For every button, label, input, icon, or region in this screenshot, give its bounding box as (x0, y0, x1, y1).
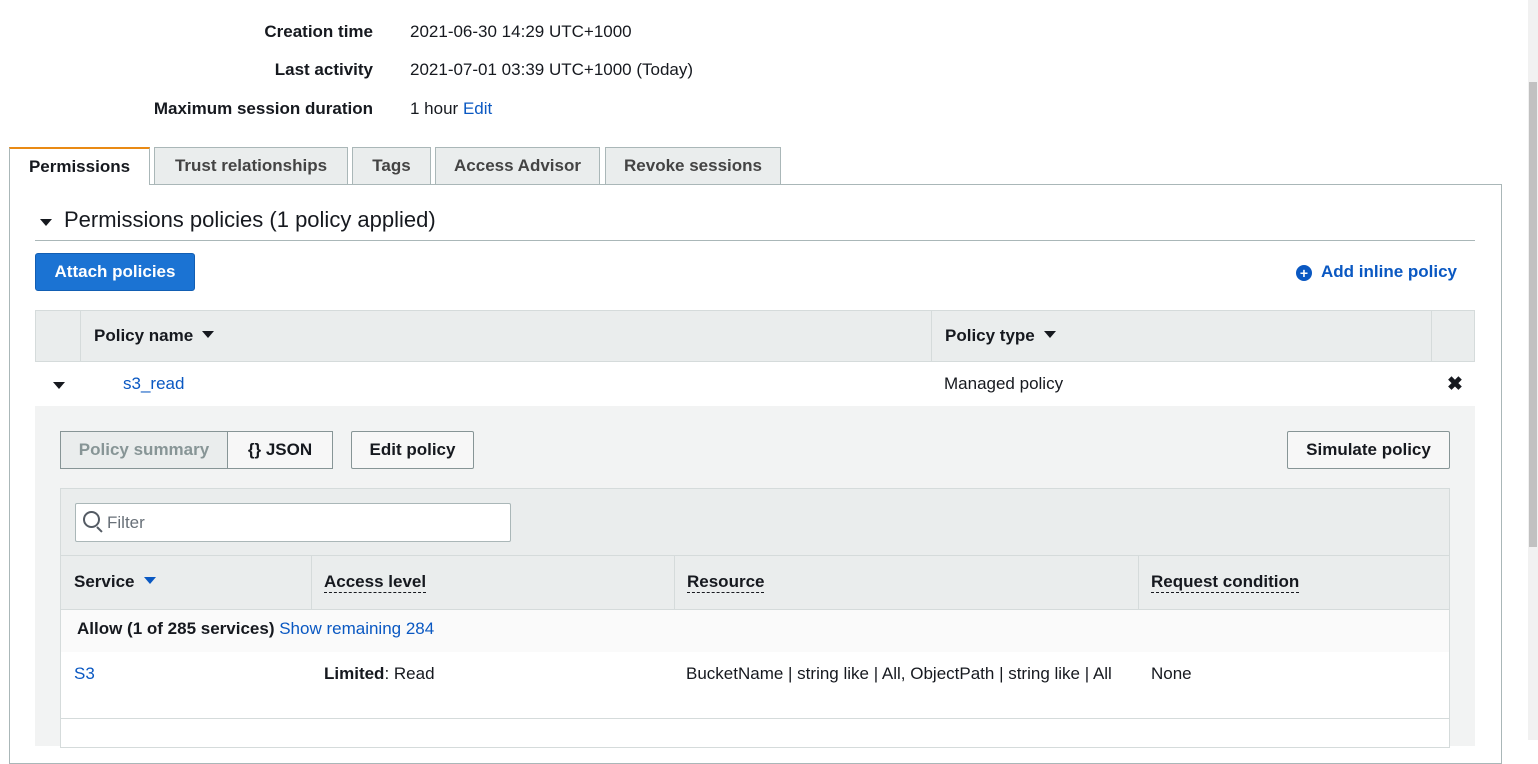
policy-name-link[interactable]: s3_read (123, 374, 184, 394)
max-session-label: Maximum session duration (153, 99, 373, 118)
scrollbar-thumb[interactable] (1529, 82, 1537, 547)
column-divider (674, 556, 675, 610)
creation-time-label: Creation time (264, 22, 373, 41)
policy-type-header-label: Policy type (945, 326, 1035, 345)
detach-policy-close-icon[interactable]: ✖ (1447, 373, 1463, 396)
permissions-policies-header[interactable]: Permissions policies (1 policy applied) (35, 204, 1475, 241)
filter-bar (61, 489, 1449, 555)
edit-policy-button[interactable]: Edit policy (351, 431, 474, 469)
policy-name-column-header[interactable]: Policy name (94, 326, 215, 346)
show-remaining-link[interactable]: Show remaining 284 (279, 619, 434, 638)
request-condition-value: None (1151, 664, 1192, 683)
section-title: Permissions policies (1 policy applied) (64, 207, 436, 232)
allow-group-row: Allow (1 of 285 services) Show remaining… (61, 609, 1449, 653)
tab-access-advisor[interactable]: Access Advisor (435, 147, 600, 184)
table-row: s3_read Managed policy ✖ (35, 362, 1475, 407)
access-level-bold: Limited (324, 664, 385, 683)
column-divider (311, 556, 312, 610)
column-divider (1431, 311, 1432, 362)
column-divider (931, 311, 932, 362)
policy-type-column-header[interactable]: Policy type (945, 326, 1056, 346)
collapse-caret-icon[interactable] (40, 219, 52, 226)
policy-name-header-label: Policy name (94, 326, 194, 345)
service-link[interactable]: S3 (74, 661, 95, 687)
plus-circle-icon: + (1296, 265, 1312, 281)
filter-input[interactable] (75, 503, 511, 542)
sort-caret-icon (1043, 331, 1056, 338)
last-activity-label: Last activity (274, 60, 373, 79)
tab-permissions[interactable]: Permissions (9, 147, 150, 185)
resource-header-label: Resource (687, 572, 765, 593)
resource-column-header[interactable]: Resource (687, 572, 765, 593)
access-level-value: Limited: Read (324, 661, 435, 687)
expand-row-caret-icon[interactable] (53, 382, 65, 389)
policy-detail-panel: Policy summary {} JSON Edit policy Simul… (35, 406, 1475, 748)
tab-tags[interactable]: Tags (352, 147, 431, 184)
add-inline-policy-label[interactable]: Add inline policy (1321, 262, 1457, 281)
request-condition-header-label: Request condition (1151, 572, 1300, 593)
column-divider (1138, 556, 1139, 610)
services-table-header: Service Access level Resource Request co… (61, 555, 1449, 610)
max-session-edit-link[interactable]: Edit (463, 99, 492, 118)
service-header-label: Service (74, 572, 135, 591)
allow-count-label: Allow (1 of 285 services) (77, 619, 275, 638)
service-column-header[interactable]: Service (74, 572, 156, 592)
column-divider (80, 311, 81, 362)
tab-trust-relationships[interactable]: Trust relationships (154, 147, 348, 184)
tab-revoke-sessions[interactable]: Revoke sessions (605, 147, 781, 184)
max-session-value-wrap: 1 hour Edit (410, 97, 492, 121)
resource-value: BucketName | string like | All, ObjectPa… (686, 664, 1112, 683)
access-level-column-header[interactable]: Access level (324, 572, 427, 593)
simulate-policy-button[interactable]: Simulate policy (1287, 431, 1450, 469)
table-row: S3 Limited: Read BucketName | string lik… (61, 652, 1449, 719)
attach-policies-button[interactable]: Attach policies (35, 253, 195, 291)
policy-summary-toggle[interactable]: Policy summary (60, 431, 228, 469)
allow-group-text: Allow (1 of 285 services) Show remaining… (77, 619, 434, 639)
search-icon (83, 511, 100, 528)
max-session-value: 1 hour (410, 99, 459, 118)
creation-time-value: 2021-06-30 14:29 UTC+1000 (410, 22, 632, 41)
policy-summary-table: Service Access level Resource Request co… (60, 488, 1450, 748)
request-condition-column-header[interactable]: Request condition (1151, 572, 1300, 593)
sort-caret-icon (202, 331, 215, 338)
sort-caret-icon (143, 577, 156, 584)
access-level-header-label: Access level (324, 572, 427, 593)
policies-table-header: Policy name Policy type (35, 310, 1475, 362)
policy-type-value: Managed policy (944, 374, 1064, 393)
last-activity-value: 2021-07-01 03:39 UTC+1000 (Today) (410, 60, 694, 79)
json-toggle[interactable]: {} JSON (227, 431, 333, 469)
add-inline-policy-link[interactable]: + Add inline policy (1296, 260, 1457, 284)
access-level-rest: : Read (384, 664, 435, 683)
page-scrollbar[interactable] (1528, 0, 1538, 740)
